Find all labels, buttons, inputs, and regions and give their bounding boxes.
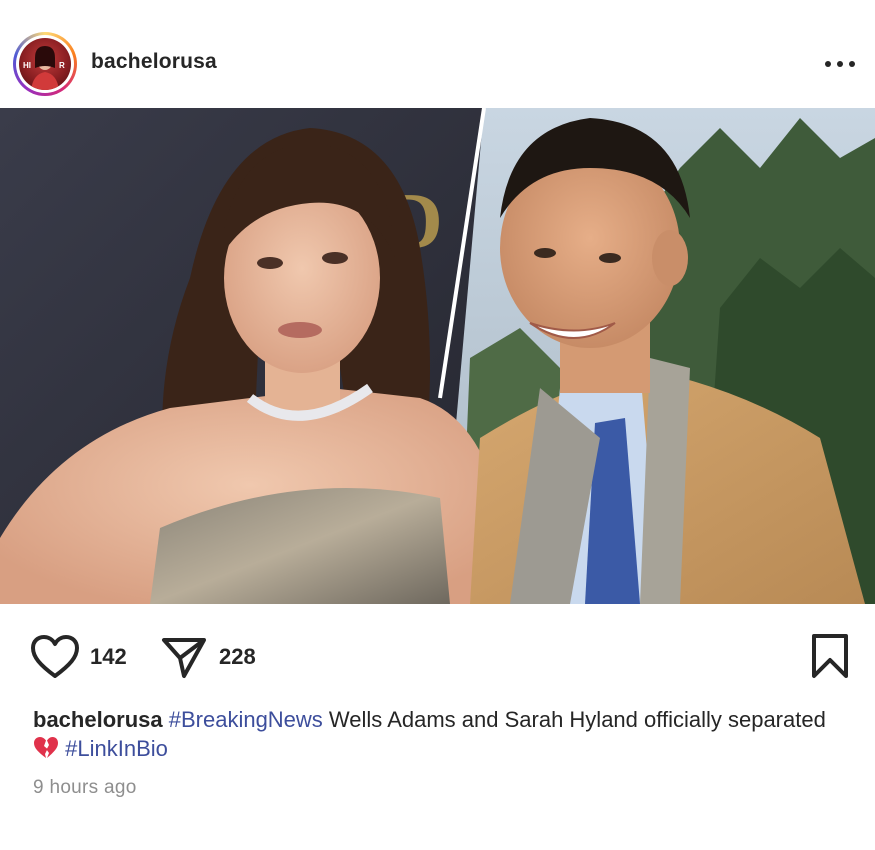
post-photo[interactable]: D HO [0,108,875,604]
caption-username[interactable]: bachelorusa [33,707,163,732]
share-send-icon[interactable] [160,634,208,680]
like-count[interactable]: 142 [90,644,127,670]
post-caption: bachelorusa #BreakingNews Wells Adams an… [33,705,853,763]
broken-heart-emoji [33,736,59,760]
post-actions: 142 228 [0,604,875,704]
hashtag-breakingnews[interactable]: #BreakingNews [169,707,323,732]
caption-text: Wells Adams and Sarah Hyland officially … [322,707,826,732]
bookmark-save-icon[interactable] [808,632,852,680]
svg-text:R: R [59,61,65,70]
post-username[interactable]: bachelorusa [91,50,217,74]
post-header: HI R bachelorusa [0,0,875,108]
avatar-story-ring[interactable]: HI R [13,32,77,96]
avatar[interactable]: HI R [19,38,71,90]
svg-text:HI: HI [23,61,31,70]
avatar-border: HI R [16,35,74,93]
share-count[interactable]: 228 [219,644,256,670]
more-options-icon[interactable] [820,52,860,76]
hashtag-linkinbio[interactable]: #LinkInBio [65,736,168,761]
post-timestamp: 9 hours ago [33,777,137,798]
like-heart-icon[interactable] [30,634,80,680]
